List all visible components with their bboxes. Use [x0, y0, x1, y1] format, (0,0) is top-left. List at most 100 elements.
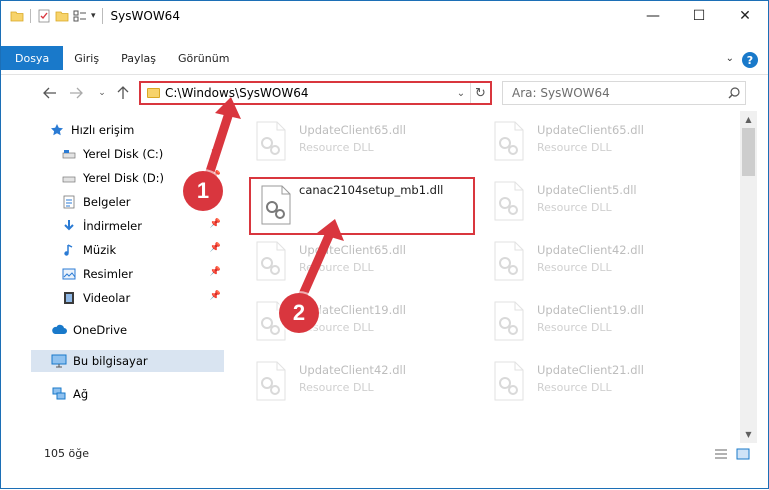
chevron-down-icon[interactable]: ⌄ — [452, 88, 470, 99]
nav-label: Yerel Disk (D:) — [83, 171, 165, 185]
item-count: 105 öğe — [44, 447, 89, 460]
status-bar: 105 öğe — [1, 443, 768, 465]
nav-label: OneDrive — [73, 323, 128, 337]
expand-ribbon-icon[interactable]: ⌄ — [726, 53, 734, 64]
properties-icon[interactable] — [37, 9, 51, 23]
dll-file-icon — [489, 241, 527, 281]
dll-file-icon — [489, 181, 527, 221]
nav-local-disk-c[interactable]: Yerel Disk (C:) 📌 — [61, 143, 225, 165]
recent-locations-button[interactable]: ⌄ — [91, 82, 113, 104]
dll-file-icon — [251, 361, 289, 401]
scroll-thumb[interactable] — [742, 128, 755, 176]
dll-file-icon — [256, 185, 294, 225]
nav-pictures[interactable]: Resimler 📌 — [61, 263, 225, 285]
dll-file-icon — [251, 121, 289, 161]
window-title: SysWOW64 — [110, 9, 180, 23]
file-item[interactable]: canac2104setup_mb1.dll — [249, 177, 475, 235]
file-name: UpdateClient19.dll — [537, 303, 644, 317]
step-badge-1: 1 — [183, 171, 223, 211]
file-item[interactable]: UpdateClient42.dll Resource DLL — [489, 239, 719, 289]
chevron-down-icon: ⌄ — [98, 88, 106, 98]
file-item[interactable]: UpdateClient65.dll Resource DLL — [489, 119, 719, 169]
file-description: Resource DLL — [299, 261, 374, 274]
nav-label: Müzik — [83, 243, 117, 257]
file-description: Resource DLL — [299, 141, 374, 154]
separator — [101, 8, 103, 24]
nav-quick-access[interactable]: Hızlı erişim — [49, 119, 225, 141]
view-options-icon[interactable] — [73, 9, 87, 23]
maximize-button[interactable]: ☐ — [676, 1, 722, 31]
file-name: UpdateClient5.dll — [537, 183, 637, 197]
download-icon — [61, 218, 77, 234]
nav-this-pc[interactable]: Bu bilgisayar — [31, 350, 224, 372]
nav-downloads[interactable]: İndirmeler 📌 — [61, 215, 225, 237]
nav-videos[interactable]: Videolar 📌 — [61, 287, 225, 309]
address-path[interactable]: C:\Windows\SysWOW64 — [165, 86, 452, 100]
folder-icon — [147, 88, 160, 98]
pin-icon[interactable]: 📌 — [210, 291, 221, 301]
details-view-icon[interactable] — [713, 447, 729, 461]
file-description: Resource DLL — [537, 381, 612, 394]
nav-label: Hızlı erişim — [71, 123, 135, 137]
nav-onedrive[interactable]: OneDrive — [51, 319, 225, 341]
tab-share[interactable]: Paylaş — [110, 46, 167, 70]
file-name: UpdateClient65.dll — [299, 243, 406, 257]
file-item[interactable]: UpdateClient65.dll Resource DLL — [251, 119, 481, 169]
help-button[interactable]: ? — [742, 52, 758, 68]
file-name: UpdateClient42.dll — [299, 363, 406, 377]
tab-home[interactable]: Giriş — [63, 46, 110, 70]
nav-network[interactable]: Ağ — [51, 383, 225, 405]
search-icon[interactable] — [723, 86, 745, 100]
pin-icon[interactable]: 📌 — [210, 147, 221, 157]
file-name: UpdateClient65.dll — [299, 123, 406, 137]
minimize-button[interactable]: — — [630, 1, 676, 31]
file-description: Resource DLL — [537, 141, 612, 154]
window-controls: — ☐ ✕ — [630, 1, 768, 31]
file-item[interactable]: UpdateClient21.dll Resource DLL — [489, 359, 719, 409]
step-badge-2: 2 — [279, 293, 319, 333]
file-item[interactable]: UpdateClient42.dll Resource DLL — [251, 359, 481, 409]
nav-label: İndirmeler — [83, 219, 142, 233]
dll-file-icon — [251, 241, 289, 281]
network-icon — [51, 386, 67, 402]
arrow-left-icon — [43, 87, 56, 99]
documents-icon — [61, 194, 77, 210]
computer-icon — [51, 353, 67, 369]
folder-icon[interactable] — [10, 9, 24, 23]
large-icons-view-icon[interactable] — [735, 447, 751, 461]
file-name: canac2104setup_mb1.dll — [299, 183, 444, 197]
forward-button[interactable] — [65, 82, 87, 104]
arrow-up-icon — [117, 86, 129, 99]
scroll-down-icon[interactable]: ▼ — [740, 426, 757, 443]
file-description: Resource DLL — [537, 261, 612, 274]
nav-label: Belgeler — [83, 195, 131, 209]
file-item[interactable]: UpdateClient65.dll Resource DLL — [251, 239, 481, 289]
vertical-scrollbar[interactable]: ▲ ▼ — [740, 111, 757, 443]
pin-icon[interactable]: 📌 — [210, 219, 221, 229]
scroll-up-icon[interactable]: ▲ — [740, 111, 757, 128]
file-item[interactable]: UpdateClient19.dll Resource DLL — [489, 299, 719, 349]
pin-icon[interactable]: 📌 — [210, 243, 221, 253]
search-box[interactable]: Ara: SysWOW64 — [502, 81, 746, 105]
file-item[interactable]: UpdateClient5.dll Resource DLL — [489, 179, 719, 229]
file-name: UpdateClient42.dll — [537, 243, 644, 257]
nav-label: Videolar — [83, 291, 131, 305]
new-folder-icon[interactable] — [55, 9, 69, 23]
pin-icon[interactable]: 📌 — [210, 267, 221, 277]
address-row: ⌄ C:\Windows\SysWOW64 ⌄ ↻ Ara: SysWOW64 — [1, 79, 768, 107]
back-button[interactable] — [39, 82, 61, 104]
tab-view[interactable]: Görünüm — [167, 46, 240, 70]
refresh-icon[interactable]: ↻ — [470, 83, 490, 103]
nav-music[interactable]: Müzik 📌 — [61, 239, 225, 261]
address-bar[interactable]: C:\Windows\SysWOW64 ⌄ ↻ — [139, 81, 492, 105]
up-button[interactable] — [112, 82, 134, 104]
dll-file-icon — [489, 361, 527, 401]
search-input[interactable]: Ara: SysWOW64 — [503, 86, 723, 100]
customize-toolbar-icon[interactable]: ▾ — [91, 11, 96, 21]
close-button[interactable]: ✕ — [722, 1, 768, 31]
nav-label: Yerel Disk (C:) — [83, 147, 164, 161]
ribbon: Dosya Giriş Paylaş Görünüm ⌄ ? — [1, 46, 768, 75]
file-name: UpdateClient65.dll — [537, 123, 644, 137]
tab-file[interactable]: Dosya — [1, 46, 64, 70]
nav-label: Resimler — [83, 267, 133, 281]
